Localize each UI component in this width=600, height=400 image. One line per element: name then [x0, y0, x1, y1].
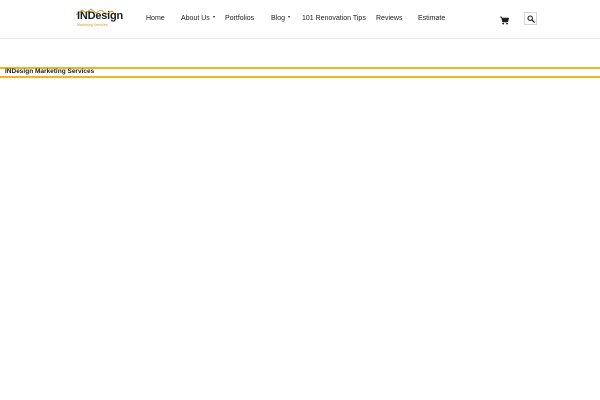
logo-tagline: Marketing Services — [77, 23, 108, 27]
nav-item-label: 101 Renovation Tips — [302, 15, 366, 22]
page-title: INDesign Marketing Services — [5, 68, 95, 75]
shopping-cart-icon — [500, 16, 509, 25]
site-logo[interactable]: INDesign Marketing Services — [74, 8, 123, 32]
nav-item-portfolios[interactable]: Portfolios — [225, 13, 254, 25]
nav-item-renovation-tips[interactable]: 101 Renovation Tips — [302, 13, 366, 25]
logo-wordmark: INDesign — [77, 10, 124, 22]
page-title-band: INDesign Marketing Services — [0, 67, 600, 78]
site-header: INDesign Marketing Services Home About U… — [0, 0, 600, 39]
search-button[interactable] — [524, 12, 537, 25]
nav-item-about-us[interactable]: About Us — [181, 13, 215, 25]
chevron-down-icon — [212, 16, 215, 19]
nav-item-label: Reviews — [376, 15, 403, 22]
nav-item-blog[interactable]: Blog — [271, 13, 291, 25]
nav-item-estimate[interactable]: Estimate — [418, 13, 445, 25]
nav-item-home[interactable]: Home — [146, 13, 165, 25]
nav-item-label: About Us — [181, 15, 210, 22]
accent-divider-bottom — [0, 76, 600, 78]
nav-item-label: Home — [146, 15, 165, 22]
nav-item-label: Blog — [271, 15, 286, 22]
nav-item-reviews[interactable]: Reviews — [376, 13, 402, 25]
chevron-down-icon — [288, 16, 291, 19]
nav-item-label: Portfolios — [225, 15, 255, 22]
page: INDesign Marketing Services Home About U… — [0, 0, 600, 400]
nav-item-label: Estimate — [418, 15, 446, 22]
cart-button[interactable] — [499, 13, 510, 25]
search-icon — [527, 15, 535, 23]
